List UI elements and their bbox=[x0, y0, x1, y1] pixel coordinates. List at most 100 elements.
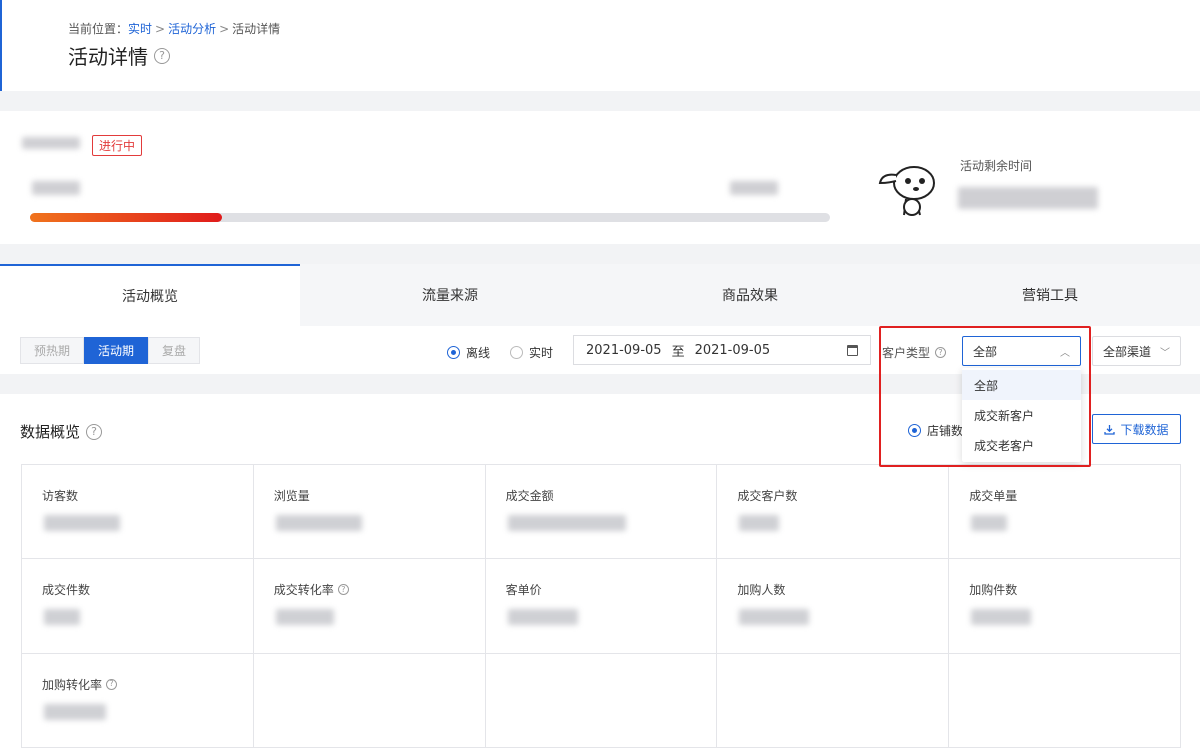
period-preheat-button[interactable]: 预热期 bbox=[20, 337, 85, 364]
redacted-end-time bbox=[730, 181, 778, 195]
metric-label-text: 加购件数 bbox=[969, 583, 1018, 598]
jd-dog-mascot-icon bbox=[878, 166, 935, 216]
metric-cell: 访客数 bbox=[22, 465, 254, 560]
date-separator: 至 bbox=[671, 344, 685, 360]
metric-cell: 客单价 bbox=[485, 559, 718, 654]
question-circle-icon[interactable]: ? bbox=[86, 423, 103, 440]
date-end: 2021-09-05 bbox=[694, 342, 771, 358]
radio-store-data-dot[interactable] bbox=[908, 424, 921, 437]
metric-label-text: 加购转化率 bbox=[42, 677, 103, 692]
activity-card: 进行中 活动剩余时间 bbox=[0, 111, 1200, 244]
tab-bar: 活动概览 流量来源 商品效果 营销工具 bbox=[0, 264, 1200, 326]
dropdown-option-returning-customer[interactable]: 成交老客户 bbox=[962, 430, 1081, 460]
metric-label: 成交金额 bbox=[506, 487, 554, 504]
metric-label-text: 成交件数 bbox=[42, 583, 91, 598]
channel-selected: 全部渠道 bbox=[1103, 344, 1152, 359]
metric-label-text: 成交转化率 bbox=[273, 583, 334, 598]
question-circle-icon[interactable]: ? bbox=[337, 584, 349, 596]
redacted-metric-value bbox=[739, 609, 810, 626]
customer-type-dropdown: 全部 成交新客户 成交老客户 bbox=[962, 368, 1081, 462]
download-data-label: 下载数据 bbox=[1120, 422, 1169, 437]
metric-label: 浏览量 bbox=[274, 487, 310, 504]
breadcrumb-current: 活动详情 bbox=[232, 22, 281, 36]
customer-type-label-text: 客户类型 bbox=[882, 346, 931, 360]
breadcrumb-separator: > bbox=[219, 22, 230, 36]
dropdown-option-all[interactable]: 全部 bbox=[962, 370, 1081, 400]
metrics-grid: 访客数 浏览量 成交金额 成交客户数 成交单量成交件数 成交转化率? 客单价 加购人数 加购件数… bbox=[21, 464, 1181, 748]
redacted-metric-value bbox=[507, 515, 626, 531]
redacted-metric-value bbox=[275, 515, 362, 531]
metric-label: 加购转化率? bbox=[42, 676, 118, 693]
tab-marketing-tools[interactable]: 营销工具 bbox=[900, 264, 1200, 326]
metric-label: 成交客户数 bbox=[737, 487, 797, 504]
period-button-group: 预热期 活动期 复盘 bbox=[20, 337, 201, 364]
breadcrumb-link-realtime[interactable]: 实时 bbox=[128, 22, 152, 36]
date-range-picker[interactable]: 2021-09-05 至 2021-09-05 bbox=[573, 335, 871, 365]
redacted-metric-value bbox=[971, 515, 1008, 531]
data-overview-title: 数据概览 ? bbox=[20, 421, 103, 442]
empty-metric-cell bbox=[717, 653, 950, 748]
calendar-icon[interactable] bbox=[847, 344, 858, 356]
radio-store-data[interactable]: 店铺数 bbox=[908, 422, 963, 439]
metric-label: 成交单量 bbox=[969, 487, 1017, 504]
tabs-card: 活动概览 流量来源 商品效果 营销工具 预热期 活动期 复盘 离线 实时 202… bbox=[0, 264, 1200, 374]
activity-progress-bar bbox=[30, 213, 830, 222]
data-overview-title-text: 数据概览 bbox=[20, 423, 81, 441]
metric-cell: 浏览量 bbox=[253, 465, 486, 560]
metric-label: 成交转化率? bbox=[274, 581, 349, 598]
redacted-metric-value bbox=[44, 609, 80, 626]
chevron-up-icon: ︿ bbox=[1060, 347, 1070, 359]
redacted-metric-value bbox=[275, 609, 334, 626]
redacted-remaining-time bbox=[958, 187, 1098, 209]
tab-product-effect[interactable]: 商品效果 bbox=[600, 264, 900, 326]
metric-cell: 加购人数 bbox=[717, 559, 950, 654]
radio-store-data-label: 店铺数 bbox=[927, 424, 964, 438]
redacted-metric-value bbox=[971, 609, 1032, 626]
redacted-metric-value bbox=[739, 515, 780, 531]
date-start: 2021-09-05 bbox=[586, 342, 662, 358]
metric-cell: 成交金额 bbox=[485, 465, 718, 560]
redacted-metric-value bbox=[507, 609, 578, 626]
empty-metric-cell bbox=[949, 653, 1181, 748]
redacted-activity-name bbox=[22, 137, 80, 149]
chevron-down-icon: ﹀ bbox=[1160, 347, 1170, 359]
radio-offline[interactable]: 离线 bbox=[447, 344, 490, 361]
metric-label-text: 加购人数 bbox=[737, 583, 786, 598]
redacted-metric-value bbox=[44, 515, 120, 531]
breadcrumb-link-activity-analysis[interactable]: 活动分析 bbox=[168, 22, 216, 36]
period-review-button[interactable]: 复盘 bbox=[148, 337, 201, 364]
breadcrumb-separator: > bbox=[155, 22, 166, 36]
metric-label-text: 访客数 bbox=[42, 489, 79, 503]
question-circle-icon[interactable]: ? bbox=[106, 678, 118, 690]
radio-realtime-dot[interactable] bbox=[510, 346, 523, 359]
metric-label: 成交件数 bbox=[42, 581, 90, 598]
breadcrumb-prefix: 当前位置： bbox=[68, 22, 129, 36]
metric-label-text: 成交客户数 bbox=[737, 489, 798, 503]
tab-activity-overview[interactable]: 活动概览 bbox=[0, 264, 300, 326]
download-data-button[interactable]: 下载数据 bbox=[1092, 414, 1181, 444]
metric-cell: 成交单量 bbox=[949, 465, 1181, 560]
question-circle-icon[interactable]: ? bbox=[935, 347, 947, 358]
customer-type-select[interactable]: 全部 ︿ bbox=[962, 336, 1081, 366]
metric-cell: 加购转化率? bbox=[22, 653, 254, 748]
tab-traffic-source[interactable]: 流量来源 bbox=[300, 264, 600, 326]
empty-metric-cell bbox=[253, 653, 486, 748]
customer-type-label: 客户类型 ? bbox=[882, 344, 947, 361]
radio-realtime[interactable]: 实时 bbox=[510, 344, 553, 361]
page-title-text: 活动详情 bbox=[68, 45, 148, 69]
metric-cell: 成交客户数 bbox=[717, 465, 950, 560]
dropdown-option-new-customer[interactable]: 成交新客户 bbox=[962, 400, 1081, 430]
radio-realtime-label: 实时 bbox=[529, 346, 554, 360]
period-activity-button[interactable]: 活动期 bbox=[84, 337, 149, 364]
metric-label-text: 成交单量 bbox=[969, 489, 1018, 503]
metric-cell: 加购件数 bbox=[949, 559, 1181, 654]
breadcrumb: 当前位置：实时 > 活动分析 > 活动详情 bbox=[68, 20, 280, 37]
metric-label: 加购人数 bbox=[737, 581, 785, 598]
channel-select[interactable]: 全部渠道 ﹀ bbox=[1092, 336, 1181, 366]
empty-metric-cell bbox=[485, 653, 718, 748]
metric-label-text: 客单价 bbox=[505, 583, 542, 598]
question-circle-icon[interactable]: ? bbox=[154, 47, 170, 64]
radio-offline-dot[interactable] bbox=[447, 346, 460, 359]
metric-label: 客单价 bbox=[506, 581, 542, 598]
redacted-start-time bbox=[32, 181, 80, 195]
